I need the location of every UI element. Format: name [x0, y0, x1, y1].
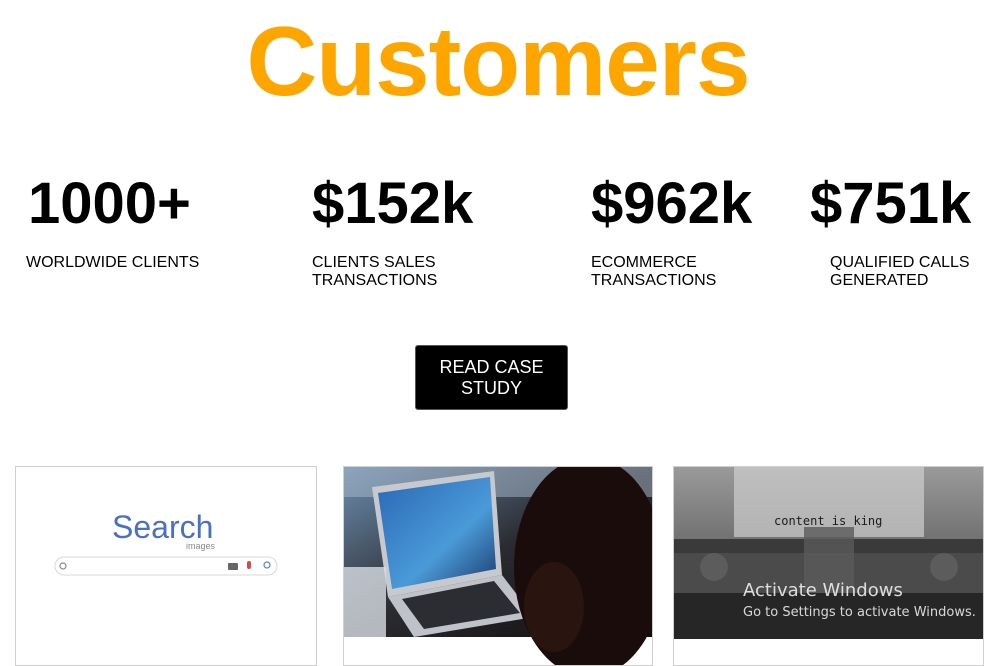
- camera-icon: [228, 563, 238, 570]
- search-logo-letter: Search: [112, 509, 213, 545]
- stat-value: 1000+: [28, 171, 191, 236]
- svg-text:Search: Search: [112, 509, 213, 545]
- stat-value: $751k: [810, 171, 972, 236]
- case-study-card[interactable]: content is king: [673, 466, 984, 666]
- stat-label: WORLDWIDE CLIENTS: [26, 254, 200, 271]
- case-study-card[interactable]: [343, 466, 653, 666]
- laptop-photo-image: [344, 467, 652, 665]
- stat-ecommerce: $962k ECOMMERCE TRANSACTIONS: [591, 168, 752, 290]
- case-study-card[interactable]: Search images: [15, 466, 317, 666]
- stat-worldwide-clients: 1000+ WORLDWIDE CLIENTS: [26, 168, 199, 272]
- typewriter-photo-image: content is king: [674, 467, 983, 639]
- stat-label: CLIENTS SALES TRANSACTIONS: [312, 254, 438, 289]
- search-images-image: Search images: [16, 467, 316, 665]
- stat-clients-sales: $152k CLIENTS SALES TRANSACTIONS: [312, 168, 473, 290]
- stat-label: QUALIFIED CALLS GENERATED: [830, 254, 970, 289]
- search-logo-sub: images: [186, 541, 216, 551]
- stat-value: $152k: [312, 171, 474, 236]
- stat-qualified-calls: $751k QUALIFIED CALLS GENERATED: [810, 168, 971, 290]
- typed-text: content is king: [774, 514, 882, 528]
- activate-windows-watermark: Activate Windows Go to Settings to activ…: [743, 580, 976, 620]
- page-title: Customers: [246, 6, 751, 116]
- stat-label: ECOMMERCE TRANSACTIONS: [591, 254, 717, 289]
- microphone-icon: [247, 561, 251, 569]
- stat-value: $962k: [591, 171, 753, 236]
- read-case-study-button[interactable]: READ CASE STUDY: [415, 345, 568, 410]
